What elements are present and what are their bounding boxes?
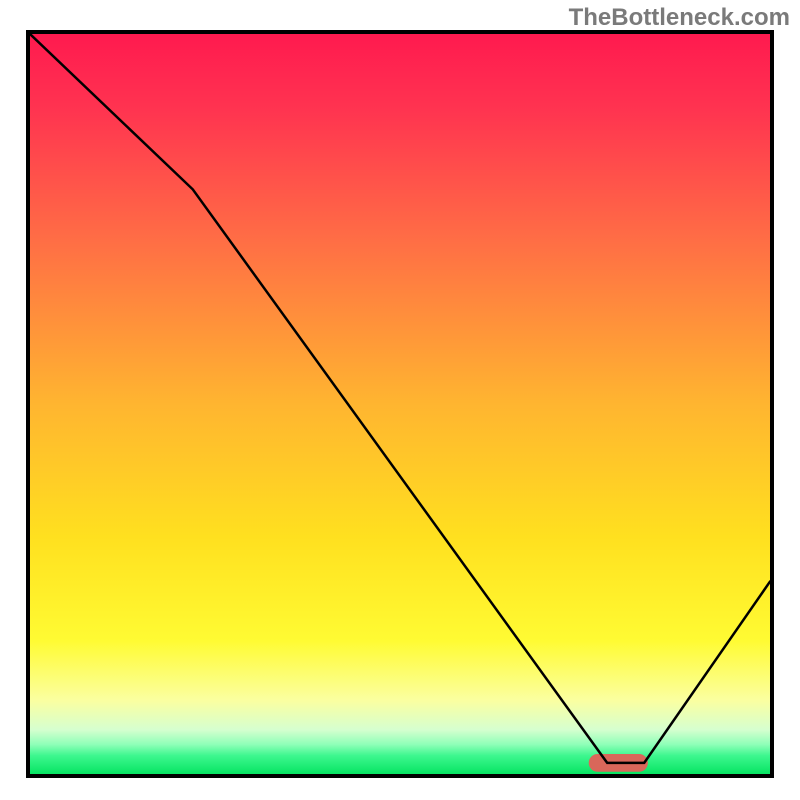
chart-svg (30, 34, 770, 774)
watermark-text: TheBottleneck.com (569, 4, 790, 32)
chart-frame (26, 30, 774, 778)
gradient-background (30, 34, 770, 774)
